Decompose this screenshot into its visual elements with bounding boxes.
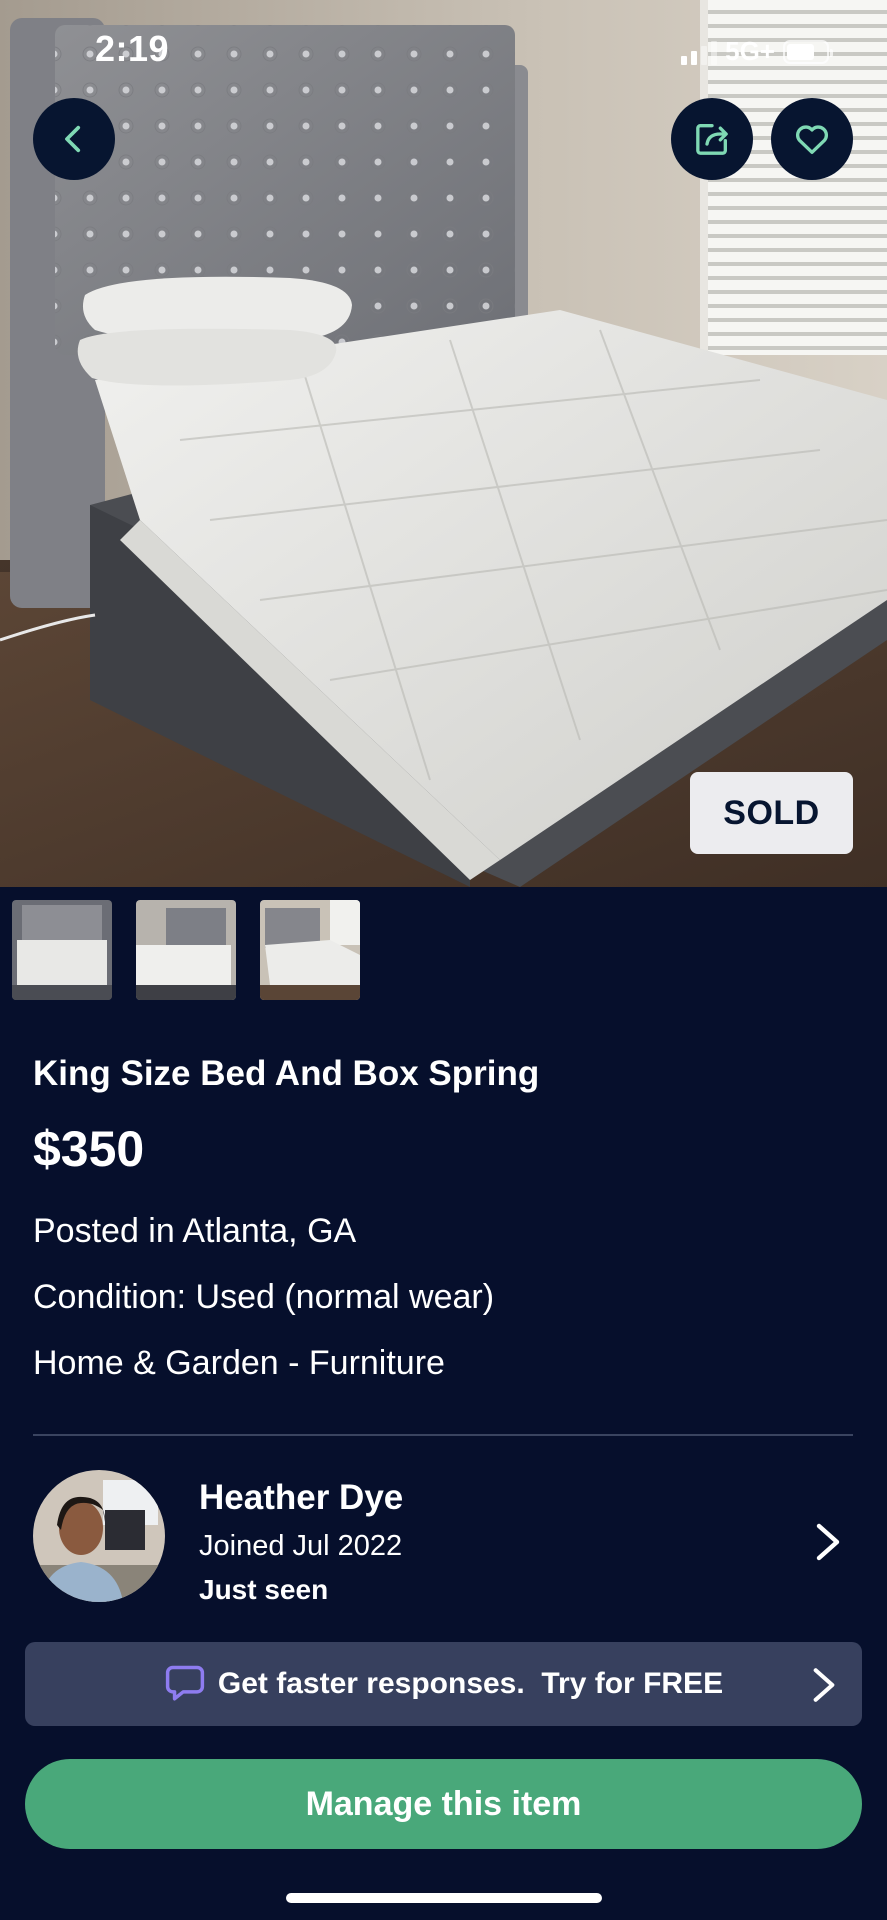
listing-photo[interactable]: [0, 0, 887, 887]
photo-thumbnails: [12, 900, 360, 1000]
seller-last-seen: Just seen: [199, 1574, 329, 1605]
back-button[interactable]: [33, 98, 115, 180]
chevron-right-icon: [813, 1668, 835, 1702]
thumbnail-image: [260, 900, 360, 1000]
sold-badge: SOLD: [690, 772, 853, 854]
faster-responses-banner[interactable]: Get faster responses. Try for FREE: [25, 1642, 862, 1726]
network-type: 5G+: [725, 36, 775, 66]
thumbnail-1[interactable]: [12, 900, 112, 1000]
seller-card[interactable]: Heather Dye Joined Jul 2022 Just seen: [33, 1470, 853, 1605]
listing-category[interactable]: Home & Garden - Furniture: [33, 1344, 445, 1383]
chat-bubble-icon: [165, 1665, 205, 1701]
signal-strength-icon: [681, 39, 718, 65]
listing-condition: Condition: Used (normal wear): [33, 1278, 495, 1316]
battery-icon: [783, 39, 833, 64]
share-button[interactable]: [671, 98, 753, 180]
chevron-right-icon: [816, 1523, 840, 1561]
seller-avatar-image: [33, 1470, 165, 1602]
status-indicators: 5G+: [681, 36, 833, 67]
promo-text: Get faster responses. Try for FREE: [217, 1667, 724, 1700]
heart-icon: [796, 125, 828, 154]
thumbnail-image: [12, 900, 112, 1000]
status-bar: 2:19 5G+: [0, 0, 887, 100]
share-icon: [696, 124, 728, 155]
listing-location: Posted in Atlanta, GA: [33, 1212, 357, 1250]
bed-photo-illustration: [0, 0, 887, 887]
status-time: 2:19: [95, 28, 170, 69]
divider: [33, 1434, 853, 1436]
seller-joined-date: Joined Jul 2022: [199, 1530, 403, 1562]
listing-title: King Size Bed And Box Spring: [33, 1054, 540, 1093]
avatar[interactable]: [33, 1470, 165, 1602]
home-indicator[interactable]: [286, 1893, 602, 1903]
chevron-left-icon: [65, 125, 81, 153]
thumbnail-2[interactable]: [136, 900, 236, 1000]
manage-item-button[interactable]: Manage this item: [25, 1759, 862, 1849]
listing-price: $350: [33, 1121, 145, 1177]
thumbnail-image: [136, 900, 236, 1000]
thumbnail-3[interactable]: [260, 900, 360, 1000]
favorite-button[interactable]: [771, 98, 853, 180]
seller-name: Heather Dye: [199, 1478, 404, 1517]
